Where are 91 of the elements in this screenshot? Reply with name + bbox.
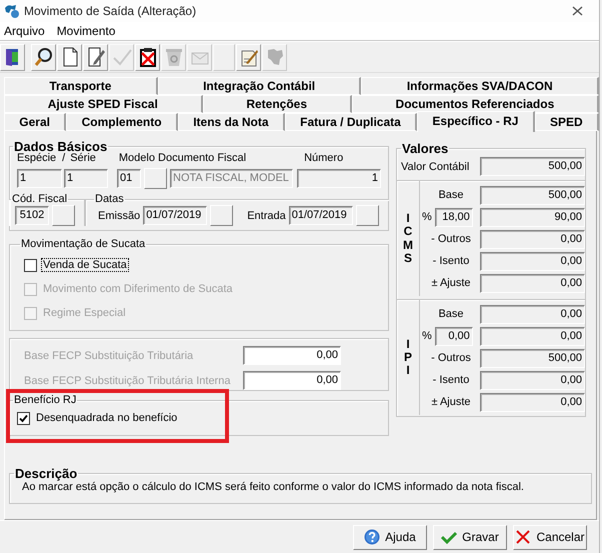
field-label: / [62,152,66,166]
field-label: Valor Contábil [401,160,470,172]
check-icon [19,414,28,422]
bin-icon [164,47,184,67]
field-label: Número [304,152,344,166]
tab[interactable]: Integração Contábil [158,77,362,95]
group-label: Descrição [14,466,78,481]
input-field[interactable]: 1 [297,169,381,188]
input-field[interactable]: 5102 [15,206,49,225]
input-field[interactable]: NOTA FISCAL, MODEL [170,169,293,188]
tab[interactable]: Retenções [202,95,352,113]
checkbox-label[interactable]: Venda de Sucata [42,259,128,271]
checkmark-icon [112,47,132,67]
group-label: Datas [94,193,125,205]
input-field[interactable]: 18,00 [434,208,473,226]
toolbar-button[interactable] [135,44,160,70]
dialog-button[interactable]: Ajuda [353,524,427,550]
field-label: Entrada [247,210,286,222]
section-label: ICMS [402,212,414,265]
input-field[interactable]: 0,00 [480,326,585,346]
dialog-button[interactable]: Gravar [433,524,507,550]
window-title: Movimento de Saída (Alteração) [24,4,196,18]
tab[interactable]: Transporte [4,77,158,95]
input-field[interactable]: 0,00 [480,230,585,248]
field-label: Espécie [17,152,56,166]
group-label: Valores [401,141,450,156]
input-field[interactable]: 500,00 [480,157,585,176]
toolbar-button[interactable] [57,44,82,70]
input-field[interactable]: 01 [117,169,141,188]
field-label: - Outros [430,352,472,364]
input-field[interactable]: 0,00 [480,274,585,292]
delete-icon [138,47,158,67]
field-label: Modelo Documento Fiscal [118,152,246,166]
tab[interactable]: SPED [534,113,600,131]
checkbox[interactable] [24,258,37,272]
menu-item[interactable]: Arquivo [0,24,51,38]
field-label: - Isento [432,255,470,267]
help-icon [364,529,380,545]
field-label: ± Ajuste [430,277,472,289]
menu-item[interactable]: Movimento [50,24,122,38]
cross-icon [515,529,532,545]
input-field[interactable]: 01/07/2019 [288,206,353,225]
search-icon [34,47,54,67]
group-label: Dados Básicos [13,139,108,154]
dialog-button[interactable]: Cancelar [513,524,587,550]
tab[interactable]: Específico - RJ [417,111,535,132]
toolbar-button[interactable] [31,44,56,70]
field-label: Base FECP Substituição Tributária [24,350,194,362]
tab[interactable]: Geral [4,113,66,131]
tab[interactable]: Ajuste SPED Fiscal [4,95,203,113]
input-field[interactable]: 1 [17,169,62,188]
field-label: Base [437,189,465,201]
input-field[interactable]: 0,00 [434,326,473,346]
toolbar-button[interactable] [0,44,25,70]
input-field[interactable]: 90,00 [480,208,585,226]
input-field[interactable]: 500,00 [480,348,585,368]
input-field[interactable]: 0,00 [480,392,585,412]
description-text: Ao marcar está opção o cálculo do ICMS será feito conforme o valor do ICMS informado da nota fiscal. [21,481,525,493]
checkbox[interactable] [17,412,30,424]
input-field[interactable]: 500,00 [480,186,585,204]
section-label: IPI [402,338,413,378]
lookup-button[interactable] [356,205,379,226]
field-label: - Isento [432,374,470,386]
field-label: Emissão [98,210,140,222]
tab[interactable]: Informações SVA/DACON [361,77,599,95]
app-icon [4,3,20,19]
toolbar-button[interactable] [83,44,108,70]
input-field[interactable]: 0,00 [480,304,585,324]
input-field[interactable]: 0,00 [480,370,585,390]
field-label: Base FECP Substituição Tributária Interna [24,374,230,386]
field-label: Série [70,152,96,166]
check-icon [441,529,458,545]
lookup-button[interactable] [52,205,75,226]
input-field[interactable]: 0,00 [480,252,585,270]
group-label: Movimentação de Sucata [20,238,146,250]
field-label: - Outros [430,233,472,245]
field-label: % [422,330,432,342]
lookup-button[interactable] [144,168,167,189]
input-field[interactable]: 1 [64,169,108,188]
pencil-icon [86,47,106,67]
field-label: Base [437,308,465,320]
group-label: Benefício RJ [13,394,78,406]
input-field[interactable]: 01/07/2019 [143,206,208,225]
checkbox-label[interactable]: Desenquadrada no benefício [35,412,178,424]
close-icon[interactable] [572,6,583,16]
group-label: Cód. Fiscal [11,193,68,205]
field-label: ± Ajuste [430,396,472,408]
lookup-button[interactable] [210,205,234,226]
field-label: % [422,211,432,223]
tab[interactable]: Complemento [66,113,178,131]
tab[interactable]: Itens da Nota [178,113,285,131]
